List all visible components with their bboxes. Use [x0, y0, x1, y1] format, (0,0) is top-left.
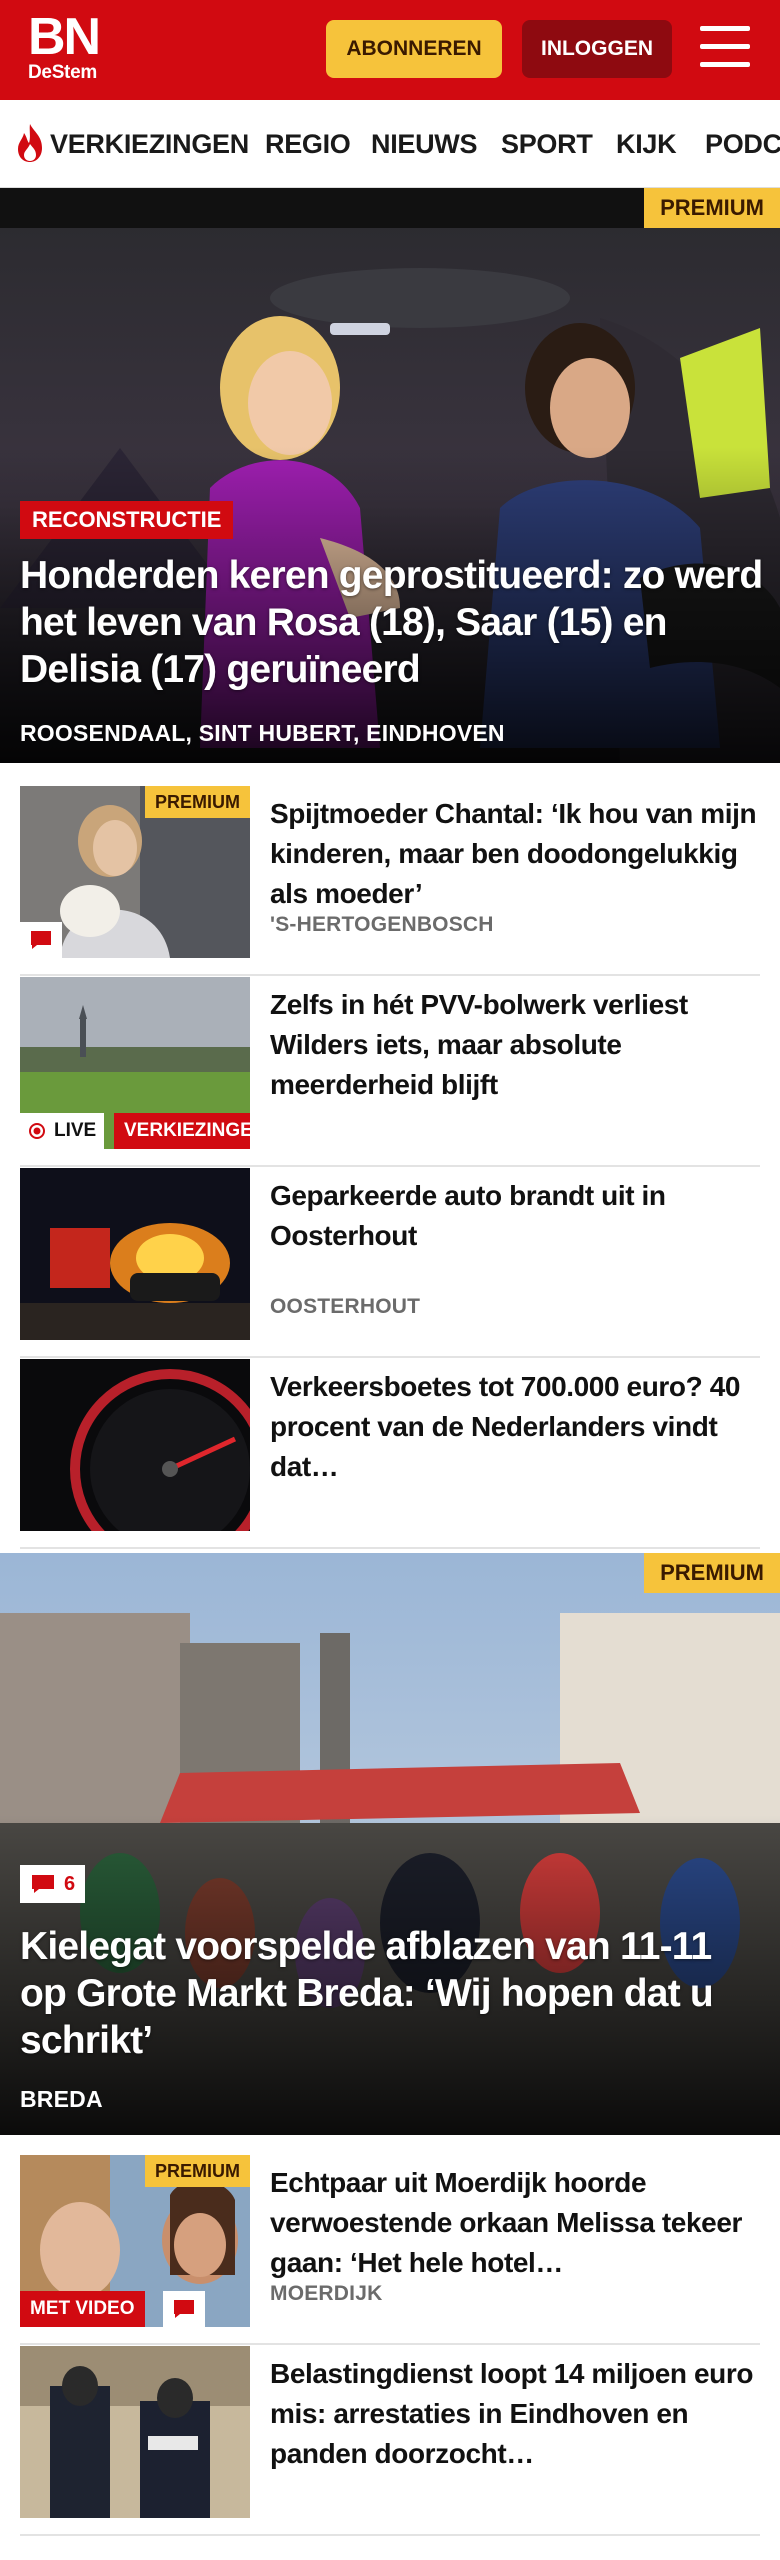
premium-badge: PREMIUM: [644, 188, 780, 228]
hero-headline[interactable]: Honderden keren geprostitueerd: zo werd …: [20, 552, 765, 693]
section-nav: VERKIEZINGEN REGIO NIEUWS SPORT KIJK POD…: [0, 100, 780, 188]
comment-count: 6: [64, 1872, 76, 1895]
hero-article-1[interactable]: PREMIUM RECONSTRUCTIE Honderden keren ge…: [0, 188, 780, 763]
live-label: LIVE: [54, 1120, 97, 1141]
site-logo[interactable]: BN DeStem: [28, 8, 118, 88]
article-headline[interactable]: Zelfs in hét PVV-bolwerk verliest Wilder…: [270, 985, 760, 1105]
article-thumbnail: LIVE VERKIEZINGEN: [20, 977, 250, 1149]
category-tag: RECONSTRUCTIE: [20, 501, 234, 539]
list-item[interactable]: Verkeersboetes tot 700.000 euro? 40 proc…: [20, 1359, 760, 1549]
flame-icon: [18, 124, 42, 162]
list-item[interactable]: Geparkeerde auto brandt uit in Oosterhou…: [20, 1168, 760, 1358]
comment-icon: [32, 1875, 54, 1893]
premium-badge: PREMIUM: [145, 2155, 250, 2187]
comment-icon: [20, 922, 62, 958]
comment-icon: [163, 2291, 205, 2327]
article-thumbnail: PREMIUM MET VIDEO: [20, 2155, 250, 2327]
nav-item-nieuws[interactable]: NIEUWS: [371, 124, 478, 164]
nav-item-podcasts[interactable]: PODC: [705, 124, 780, 164]
article-headline[interactable]: Verkeersboetes tot 700.000 euro? 40 proc…: [270, 1367, 760, 1487]
hamburger-menu-icon[interactable]: [700, 26, 752, 72]
nav-item-sport[interactable]: SPORT: [501, 124, 593, 164]
nav-item-kijk[interactable]: KIJK: [616, 124, 677, 164]
article-headline[interactable]: Spijtmoeder Chantal: ‘Ik hou van mijn ki…: [270, 794, 760, 914]
logo-sub-text: DeStem: [28, 62, 97, 83]
article-location: OOSTERHOUT: [270, 1295, 421, 1318]
nav-item-verkiezingen[interactable]: VERKIEZINGEN: [50, 124, 249, 164]
list-item[interactable]: PREMIUM Spijtmoeder Chantal: ‘Ik hou van…: [20, 786, 760, 976]
article-thumbnail: PREMIUM: [20, 786, 250, 958]
top-header: BN DeStem ABONNEREN INLOGGEN: [0, 0, 780, 100]
article-headline[interactable]: Belastingdienst loopt 14 miljoen euro mi…: [270, 2354, 760, 2474]
list-item[interactable]: LIVE VERKIEZINGEN Zelfs in hét PVV-bolwe…: [20, 977, 760, 1167]
logo-main-text: BN: [28, 8, 101, 66]
article-location: MOERDIJK: [270, 2282, 383, 2305]
article-headline[interactable]: Geparkeerde auto brandt uit in Oosterhou…: [270, 1176, 760, 1256]
article-location: 'S-HERTOGENBOSCH: [270, 913, 494, 936]
list-item[interactable]: Belastingdienst loopt 14 miljoen euro mi…: [20, 2346, 760, 2536]
comment-count-badge[interactable]: 6: [20, 1865, 86, 1903]
article-headline[interactable]: Echtpaar uit Moerdijk hoorde verwoestend…: [270, 2163, 760, 2283]
hero-article-2[interactable]: PREMIUM 6 Kielegat voorspelde afblazen v…: [0, 1553, 780, 2135]
nav-item-regio[interactable]: REGIO: [265, 124, 351, 164]
article-thumbnail: [20, 1168, 250, 1340]
premium-badge: PREMIUM: [644, 1553, 780, 1593]
list-item[interactable]: PREMIUM MET VIDEO Echtpaar uit Moerdijk …: [20, 2155, 760, 2345]
hero-location: BREDA: [20, 2086, 103, 2112]
hero-location: ROOSENDAAL, SINT HUBERT, EINDHOVEN: [20, 720, 505, 746]
article-thumbnail: [20, 1359, 250, 1531]
hero-headline[interactable]: Kielegat voorspelde afblazen van 11-11 o…: [20, 1923, 765, 2064]
live-dot-icon: [29, 1123, 45, 1139]
premium-badge: PREMIUM: [145, 786, 250, 818]
video-badge: MET VIDEO: [20, 2291, 145, 2327]
category-tag: VERKIEZINGEN: [114, 1113, 250, 1149]
live-badge: LIVE: [20, 1113, 105, 1149]
subscribe-button[interactable]: ABONNEREN: [326, 20, 502, 78]
article-thumbnail: [20, 2346, 250, 2518]
login-button[interactable]: INLOGGEN: [522, 20, 672, 78]
